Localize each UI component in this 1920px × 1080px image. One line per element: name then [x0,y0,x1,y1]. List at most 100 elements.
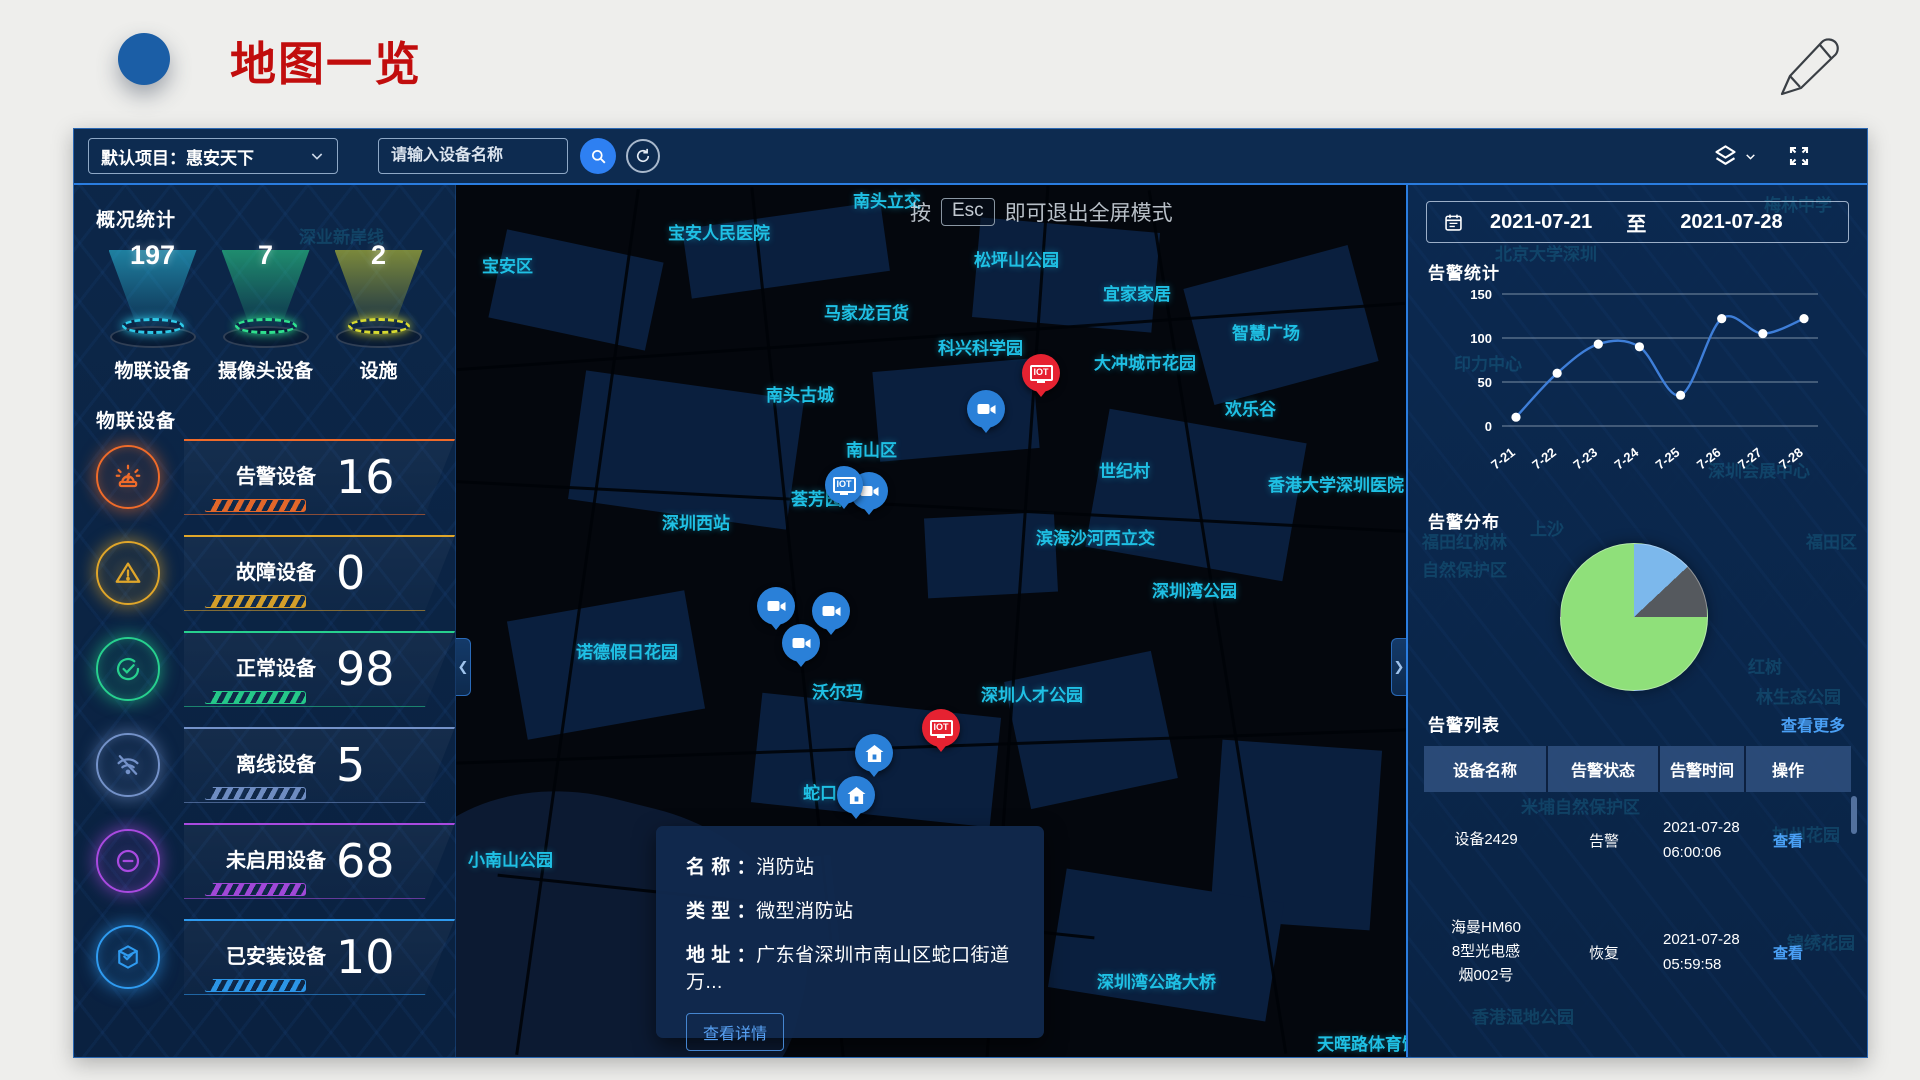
wifi-off-icon [96,733,160,797]
page-header: 地图一览 [0,0,1920,128]
map-place-label: 天晖路体育馆 [1317,1030,1406,1055]
right-analytics-panel: 梅林中学北京大学深圳印力中心深圳会展中心上沙福田红树林自然保护区福田区红树林生态… [1406,185,1867,1057]
cell-device-name: 海曼HM608型光电感烟002号 [1449,916,1523,988]
layers-button[interactable] [1712,143,1757,170]
map-marker-house[interactable] [837,776,875,814]
page-title: 地图一览 [230,28,422,94]
map-marker-camera[interactable] [812,592,850,630]
esc-keycap: Esc [941,198,995,226]
map-marker-camera[interactable] [782,624,820,662]
collapse-left-panel-handle[interactable]: ❮ [456,638,471,696]
device-stat-label: 告警设备 [226,463,326,491]
y-tick-label: 0 [1485,419,1492,434]
refresh-button[interactable] [626,139,660,173]
device-stat-disabled: 未启用设备 68 [96,823,455,899]
data-point [1676,391,1685,400]
alarm-table: 设备名称 告警状态 告警时间 操作 设备2429 告警 2021-07-28 0… [1424,746,1851,1016]
x-tick-label: 7-25 [1653,445,1683,473]
iot-monitor-icon: IOT [1030,365,1053,381]
x-tick-label: 7-28 [1776,445,1806,473]
device-stat-value: 5 [336,738,365,792]
device-stat-offline: 离线设备 5 [96,727,455,803]
map-marker-iot-red[interactable]: IOT [1022,354,1060,392]
device-stat-label: 离线设备 [226,751,326,779]
alarm-stats-line-chart: 0501001507-217-227-237-247-257-267-277-2… [1446,286,1867,492]
map-marker-iot-red[interactable]: IOT [922,709,960,747]
map-marker-camera[interactable] [967,390,1005,428]
hint-prefix: 按 [910,197,931,227]
view-more-link[interactable]: 查看更多 [1781,712,1845,736]
device-stat-box: 未启用设备 68 [184,823,455,899]
map-marker-iot-blue[interactable]: IOT [825,466,863,504]
x-tick-label: 7-27 [1735,445,1765,473]
map-block [1004,651,1178,809]
x-tick-label: 7-26 [1694,445,1724,473]
calendar-icon [1443,212,1464,233]
alarm-distribution-pie [1560,543,1708,691]
map-place-label: 深圳湾公路大桥 [1097,968,1216,993]
hatch-bar [204,787,306,800]
overview-stat-camera: 7 摄像头设备 [209,240,322,392]
popup-row-name: 名 称 ：消防站 [686,852,1014,879]
overview-stat-value: 2 [322,240,435,271]
refresh-icon [634,147,652,165]
overview-stat-iot: 197 物联设备 [96,240,209,392]
map-place-label: 沃尔玛 [812,678,863,703]
map-marker-house[interactable] [855,734,893,772]
y-tick-label: 50 [1478,375,1492,390]
overview-section-title: 概况统计 [96,205,455,232]
map-block [972,217,1160,332]
search-button[interactable] [580,138,616,174]
overview-stat-label: 摄像头设备 [209,356,322,383]
data-point [1758,329,1767,338]
table-row: 海曼HM608型光电感烟002号 恢复 2021-07-28 05:59:58 … [1424,888,1851,1016]
device-stat-box: 故障设备 0 [184,535,455,611]
map-place-label: 科兴科学园 [938,334,1023,359]
map-marker-camera[interactable] [757,587,795,625]
date-range-picker[interactable]: 2021-07-21 至 2021-07-28 [1426,201,1849,243]
hatch-bar [204,691,306,704]
siren-icon [96,445,160,509]
iot-monitor-icon: IOT [930,720,953,736]
view-details-button[interactable]: 查看详情 [686,1013,784,1051]
date-start[interactable]: 2021-07-21 [1490,211,1592,234]
date-end[interactable]: 2021-07-28 [1680,211,1782,234]
toolbar: 默认项目：惠安天下 [74,129,1867,185]
fullscreen-button[interactable] [1787,144,1811,168]
alarm-dist-title: 告警分布 [1428,508,1867,533]
device-stat-value: 10 [336,930,395,984]
fullscreen-exit-hint: 按 Esc 即可退出全屏模式 [910,197,1173,227]
collapse-right-panel-handle[interactable]: ❯ [1391,638,1406,696]
alarm-stats-title: 告警统计 [1428,259,1867,284]
device-stat-value: 0 [336,546,365,600]
overview-stat-label: 物联设备 [96,356,209,383]
popup-value: 消防站 [756,857,815,878]
cell-alarm-time: 2021-07-28 05:59:58 [1663,927,1743,978]
data-point [1594,340,1603,349]
device-stat-box: 离线设备 5 [184,727,455,803]
popup-row-type: 类 型 ：微型消防站 [686,896,1014,923]
map-place-label: 深圳人才公园 [981,681,1083,706]
map-place-label: 宝安区 [482,252,533,277]
hatch-bar [204,883,306,896]
chevron-down-icon [309,148,325,164]
iot-monitor-icon: IOT [833,477,856,493]
map-canvas[interactable]: 按 Esc 即可退出全屏模式 宝安人民医院宝安区南头立交松坪山公园马家龙百货宜家… [456,185,1406,1058]
view-link[interactable]: 查看 [1773,830,1803,851]
col-alarm-time: 告警时间 [1660,746,1746,792]
project-select[interactable]: 默认项目：惠安天下 [88,138,338,174]
cell-alarm-status: 恢复 [1548,942,1660,963]
map-place-label: 智慧广场 [1232,319,1300,344]
popup-value: 微型消防站 [756,901,854,922]
col-alarm-status: 告警状态 [1548,746,1660,792]
device-stat-value: 68 [336,834,395,888]
search-input[interactable] [378,138,568,174]
hatch-bar [204,979,306,992]
y-tick-label: 100 [1470,331,1492,346]
map-place-label: 深圳西站 [662,509,730,534]
table-scrollbar[interactable] [1851,796,1857,834]
map-place-label: 松坪山公园 [974,246,1059,271]
device-stat-box: 已安装设备 10 [184,919,455,995]
view-link[interactable]: 查看 [1773,942,1803,963]
page: 地图一览 默认项目：惠安天下 [0,0,1920,1080]
